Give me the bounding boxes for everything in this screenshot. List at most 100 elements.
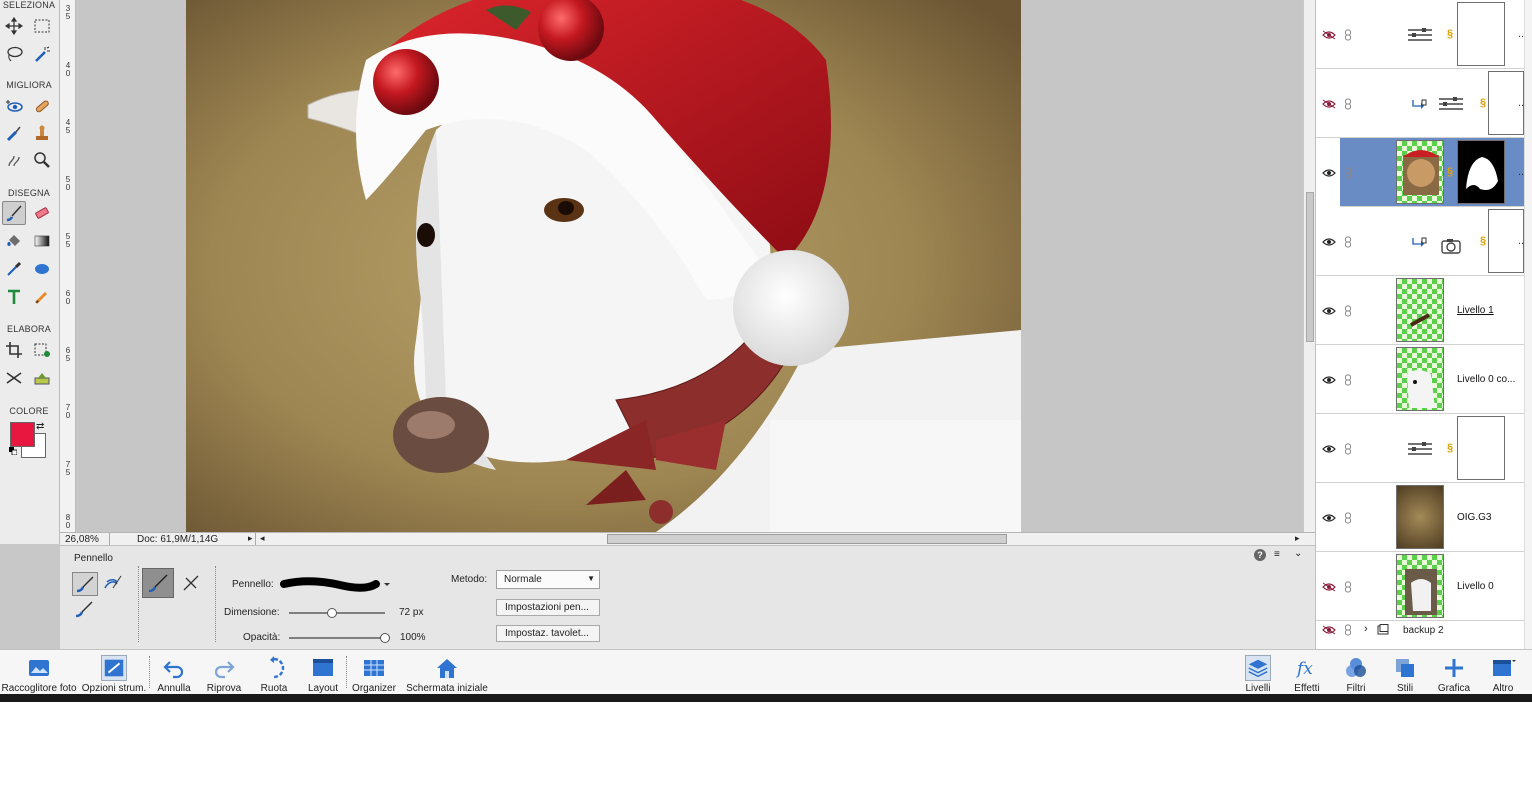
layer-thumbnail[interactable] — [1396, 485, 1444, 549]
link-icon[interactable] — [1344, 374, 1354, 386]
link-icon[interactable] — [1344, 443, 1354, 455]
size-value[interactable]: 72 px — [399, 607, 423, 618]
swap-colors-icon[interactable]: ⇄ — [36, 421, 44, 432]
blur-tool-icon[interactable] — [2, 148, 26, 172]
move-tool-icon[interactable] — [2, 14, 26, 38]
layer-name[interactable]: Livello 1 — [1457, 305, 1494, 316]
layout-button[interactable]: Layout — [300, 650, 346, 695]
layer-row[interactable]: Livello 1 — [1316, 276, 1525, 345]
tablet-settings-button[interactable]: Impostaz. tavolet... — [496, 625, 600, 642]
link-icon[interactable] — [1344, 29, 1354, 41]
smart-brush-tool-icon[interactable] — [2, 121, 26, 145]
document-canvas[interactable] — [77, 0, 1303, 532]
mask-thumbnail[interactable] — [1457, 2, 1505, 66]
link-icon[interactable] — [1344, 512, 1354, 524]
link-icon[interactable] — [1344, 167, 1354, 179]
brush-mode-icon[interactable] — [72, 572, 98, 596]
layer-row[interactable]: §... — [1316, 0, 1527, 69]
red-eye-tool-icon[interactable] — [2, 94, 26, 118]
blend-mode-select[interactable]: Normale ▼ — [496, 570, 600, 589]
hidden-eye-icon[interactable] — [1322, 625, 1336, 635]
impressionist-brush-icon[interactable] — [101, 572, 125, 596]
more-button[interactable]: Altro — [1481, 650, 1525, 695]
gradient-tool-icon[interactable] — [30, 229, 54, 253]
crop-tool-icon[interactable] — [2, 338, 26, 362]
tool-options-button[interactable]: Opzioni strum. — [80, 650, 148, 695]
styles-button[interactable]: Stili — [1383, 650, 1427, 695]
layer-row[interactable]: §... — [1316, 69, 1527, 138]
paint-bucket-tool-icon[interactable] — [2, 229, 26, 253]
canvas-vertical-scrollbar[interactable] — [1303, 0, 1315, 532]
link-icon[interactable] — [1344, 305, 1354, 317]
brush-settings-icon[interactable] — [178, 570, 204, 596]
layers-scrollbar[interactable] — [1524, 0, 1532, 649]
visibility-eye-icon[interactable] — [1322, 168, 1336, 178]
scroll-up-icon[interactable] — [1526, 40, 1531, 50]
text-tool-icon[interactable] — [2, 285, 26, 309]
layer-row[interactable]: Livello 0 co... — [1316, 345, 1525, 414]
mask-link-icon[interactable]: § — [1480, 97, 1487, 109]
layers-button[interactable]: Livelli — [1236, 650, 1280, 695]
hidden-eye-icon[interactable] — [1322, 99, 1336, 109]
expand-group-icon[interactable]: › — [1364, 623, 1368, 635]
hidden-eye-icon[interactable] — [1322, 582, 1336, 592]
layer-thumbnail[interactable] — [1396, 140, 1444, 204]
fx-button[interactable]: fx Effetti — [1285, 650, 1329, 695]
pencil-tool-icon[interactable] — [30, 285, 54, 309]
photo-bin-button[interactable]: Raccoglitore foto — [0, 650, 78, 695]
layer-name[interactable]: OIG.G3 — [1457, 512, 1491, 523]
help-icon[interactable]: ? — [1254, 549, 1266, 561]
reset-colors-icon[interactable] — [9, 447, 17, 455]
mask-link-icon[interactable]: § — [1480, 235, 1487, 247]
foreground-color-swatch[interactable] — [10, 422, 35, 447]
layer-thumbnail[interactable] — [1396, 347, 1444, 411]
visibility-eye-icon[interactable] — [1322, 237, 1336, 247]
clone-stamp-tool-icon[interactable] — [30, 121, 54, 145]
filters-button[interactable]: Filtri — [1334, 650, 1378, 695]
shape-tool-icon[interactable] — [30, 257, 54, 281]
layer-name[interactable]: Livello 0 co... — [1457, 374, 1515, 385]
content-aware-move-tool-icon[interactable] — [2, 366, 26, 390]
scrollbar-thumb[interactable] — [1306, 192, 1314, 342]
straighten-tool-icon[interactable] — [30, 366, 54, 390]
link-icon[interactable] — [1344, 98, 1354, 110]
lasso-tool-icon[interactable] — [2, 42, 26, 66]
layer-row[interactable]: §... — [1316, 207, 1527, 276]
link-icon[interactable] — [1344, 624, 1354, 636]
airbrush-mode-icon[interactable] — [142, 568, 174, 598]
visibility-eye-icon[interactable] — [1322, 444, 1336, 454]
group-name[interactable]: backup 2 — [1403, 625, 1444, 636]
layer-row[interactable]: § — [1316, 414, 1525, 483]
rotate-button[interactable]: Ruota — [250, 650, 298, 695]
mask-link-icon[interactable]: § — [1447, 442, 1454, 454]
opacity-slider[interactable] — [289, 633, 390, 643]
eyedropper-tool-icon[interactable] — [2, 257, 26, 281]
mask-link-icon[interactable]: § — [1447, 166, 1454, 178]
mask-thumbnail[interactable] — [1457, 140, 1505, 204]
hidden-eye-icon[interactable] — [1322, 30, 1336, 40]
collapse-chevron-icon[interactable]: ⌄ — [1294, 548, 1302, 559]
link-icon[interactable] — [1344, 236, 1354, 248]
layer-row[interactable]: Livello 0 — [1316, 552, 1525, 621]
spot-healing-tool-icon[interactable] — [30, 94, 54, 118]
visibility-eye-icon[interactable] — [1322, 375, 1336, 385]
organizer-button[interactable]: Organizer — [348, 650, 400, 695]
quick-selection-tool-icon[interactable] — [30, 42, 54, 66]
brush-tool-icon[interactable] — [2, 201, 26, 225]
scroll-left-icon[interactable]: ◂ — [260, 533, 265, 544]
color-replacement-brush-icon[interactable] — [72, 598, 96, 622]
canvas-horizontal-scrollbar[interactable] — [607, 534, 1007, 544]
zoom-tool-icon[interactable] — [30, 148, 54, 172]
pen-settings-button[interactable]: Impostazioni pen... — [496, 599, 600, 616]
brush-preset-picker[interactable] — [280, 576, 390, 594]
scroll-right-icon[interactable]: ▸ — [1295, 533, 1300, 544]
eraser-tool-icon[interactable] — [30, 201, 54, 225]
undo-button[interactable]: Annulla — [150, 650, 198, 695]
opacity-slider-knob[interactable] — [380, 633, 390, 643]
visibility-eye-icon[interactable] — [1322, 306, 1336, 316]
status-menu-arrow-icon[interactable]: ▸ — [248, 533, 253, 544]
layer-thumbnail[interactable] — [1396, 554, 1444, 618]
layer-row[interactable]: §... — [1322, 138, 1527, 207]
layer-name[interactable]: Livello 0 — [1457, 581, 1494, 592]
layer-thumbnail[interactable] — [1396, 278, 1444, 342]
